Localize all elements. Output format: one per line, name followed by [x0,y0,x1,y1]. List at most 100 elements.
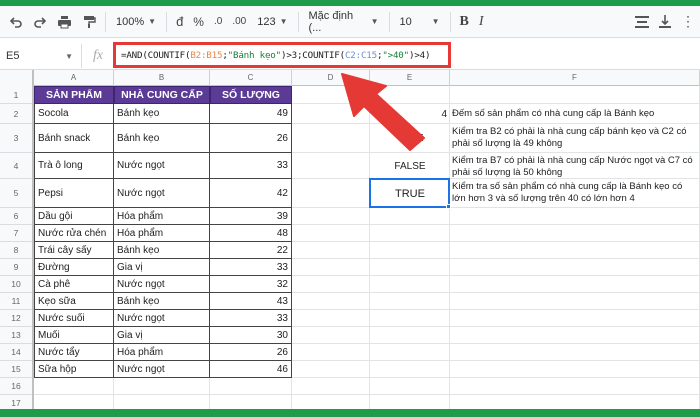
table-cell[interactable]: Nước ngọt [114,361,210,378]
red-arrow-annotation [341,73,425,151]
percent-button[interactable]: % [188,10,209,34]
row-header-13[interactable]: 13 [0,327,32,344]
table-cell[interactable]: Cà phê [34,276,114,293]
table-cell[interactable]: Pepsi [34,179,114,208]
table-cell[interactable]: 22 [210,242,292,259]
row-header-1[interactable]: 1 [0,86,32,104]
more-formats-select[interactable]: 123 ▼ [251,16,293,28]
table-cell[interactable]: Bánh kẹo [114,242,210,259]
row-header-17[interactable]: 17 [0,395,32,409]
table-header-cell[interactable]: SẢN PHẨM [34,86,114,104]
increase-decimal-button[interactable]: .00 [227,10,251,34]
table-cell[interactable]: Nước ngọt [114,310,210,327]
row-header-15[interactable]: 15 [0,361,32,378]
table-cell[interactable]: 48 [210,225,292,242]
table-cell[interactable]: Socola [34,104,114,124]
row-header-8[interactable]: 8 [0,242,32,259]
table-cell[interactable]: Gia vị [114,259,210,276]
row-header-14[interactable]: 14 [0,344,32,361]
table-cell[interactable]: Hóa phẩm [114,225,210,242]
column-header-b[interactable]: B [114,70,210,86]
table-cell[interactable]: Gia vị [114,327,210,344]
vertical-align-icon [659,15,671,28]
table-cell[interactable]: 42 [210,179,292,208]
currency-button[interactable]: đ [171,10,188,34]
table-cell[interactable]: Bánh snack [34,124,114,153]
select-all-corner[interactable] [0,70,34,86]
table-cell[interactable]: 30 [210,327,292,344]
zoom-select[interactable]: 100% ▼ [110,16,162,28]
table-cell[interactable]: Bánh kẹo [114,124,210,153]
description-cell[interactable]: Kiểm tra số sản phẩm có nhà cung cấp là … [450,179,700,208]
description-cell[interactable]: Đếm số sản phẩm có nhà cung cấp là Bánh … [450,104,700,124]
table-cell[interactable]: 32 [210,276,292,293]
align-button[interactable] [630,10,654,34]
description-cell[interactable]: Kiểm tra B2 có phải là nhà cung cấp bánh… [450,124,700,153]
table-cell[interactable]: 46 [210,361,292,378]
table-cell[interactable]: 33 [210,259,292,276]
table-cell[interactable]: 43 [210,293,292,310]
row-header-7[interactable]: 7 [0,225,32,242]
table-cell[interactable]: 49 [210,104,292,124]
row-header-3[interactable]: 3 [0,124,32,153]
table-cell[interactable]: Muối [34,327,114,344]
formula-input[interactable]: =AND(COUNTIF(B2:B15; "Bánh kẹo")>3;COUNTI… [113,42,451,68]
fx-icon: fx [92,48,104,63]
table-cell[interactable]: Bánh kẹo [114,293,210,310]
table-cell[interactable]: Sữa hộp [34,361,114,378]
description-cell[interactable]: Kiểm tra B7 có phải là nhà cung cấp Nước… [450,153,700,179]
row-header-12[interactable]: 12 [0,310,32,327]
row-header-11[interactable]: 11 [0,293,32,310]
table-cell[interactable]: Nước suối [34,310,114,327]
bold-button[interactable]: B [455,10,474,34]
toolbar-divider [105,11,106,32]
redo-button[interactable] [28,10,52,34]
toolbar-divider [388,11,390,32]
row-header-9[interactable]: 9 [0,259,32,276]
table-header-cell[interactable]: SỐ LƯỢNG [210,86,292,104]
decrease-decimal-button[interactable]: .0 [209,10,227,34]
table-header-cell[interactable]: NHÀ CUNG CẤP [114,86,210,104]
table-cell[interactable]: Nước tẩy [34,344,114,361]
table-cell[interactable]: Nước ngọt [114,179,210,208]
row-header-2[interactable]: 2 [0,104,32,124]
table-cell[interactable]: Nước rửa chén [34,225,114,242]
row-header-16[interactable]: 16 [0,378,32,395]
column-header-f[interactable]: F [450,70,700,86]
formula-bar: E5 ▼ fx =AND(COUNTIF(B2:B15; "Bánh kẹo")>3… [0,42,700,70]
table-cell[interactable]: Hóa phẩm [114,208,210,225]
table-cell[interactable]: Nước ngọt [114,153,210,179]
table-cell[interactable]: Hóa phẩm [114,344,210,361]
name-box[interactable]: E5 ▼ [0,44,82,68]
more-button[interactable]: ⋮ [676,10,700,34]
column-header-a[interactable]: A [34,70,114,86]
table-cell[interactable]: Dầu gội [34,208,114,225]
table-cell[interactable]: Trà ô long [34,153,114,179]
table-cell[interactable]: 26 [210,344,292,361]
table-cell[interactable]: Trái cây sấy [34,242,114,259]
table-cell[interactable]: Kẹo sữa [34,293,114,310]
valign-button[interactable] [654,10,676,34]
table-cell[interactable]: Nước ngọt [114,276,210,293]
table-cell[interactable]: 26 [210,124,292,153]
print-button[interactable] [52,10,77,34]
table-cell[interactable]: 39 [210,208,292,225]
font-size-select[interactable]: 10 ▼ [394,16,446,28]
row-header-4[interactable]: 4 [0,153,32,179]
toolbar-divider [166,11,168,32]
table-cell[interactable]: 33 [210,310,292,327]
result-cell[interactable]: TRUE [370,179,450,208]
paint-format-button[interactable] [77,10,101,34]
row-header-10[interactable]: 10 [0,276,32,293]
font-select[interactable]: Mặc định (... ▼ [303,10,385,34]
italic-button[interactable]: I [474,10,489,34]
result-cell[interactable]: FALSE [370,153,450,179]
row-header-6[interactable]: 6 [0,208,32,225]
undo-button[interactable] [4,10,28,34]
table-cell[interactable]: 33 [210,153,292,179]
table-cell[interactable]: Bánh kẹo [114,104,210,124]
row-header-5[interactable]: 5 [0,179,32,208]
formula-part: )>3;COUNTIF( [280,49,345,61]
column-header-c[interactable]: C [210,70,292,86]
table-cell[interactable]: Đường [34,259,114,276]
